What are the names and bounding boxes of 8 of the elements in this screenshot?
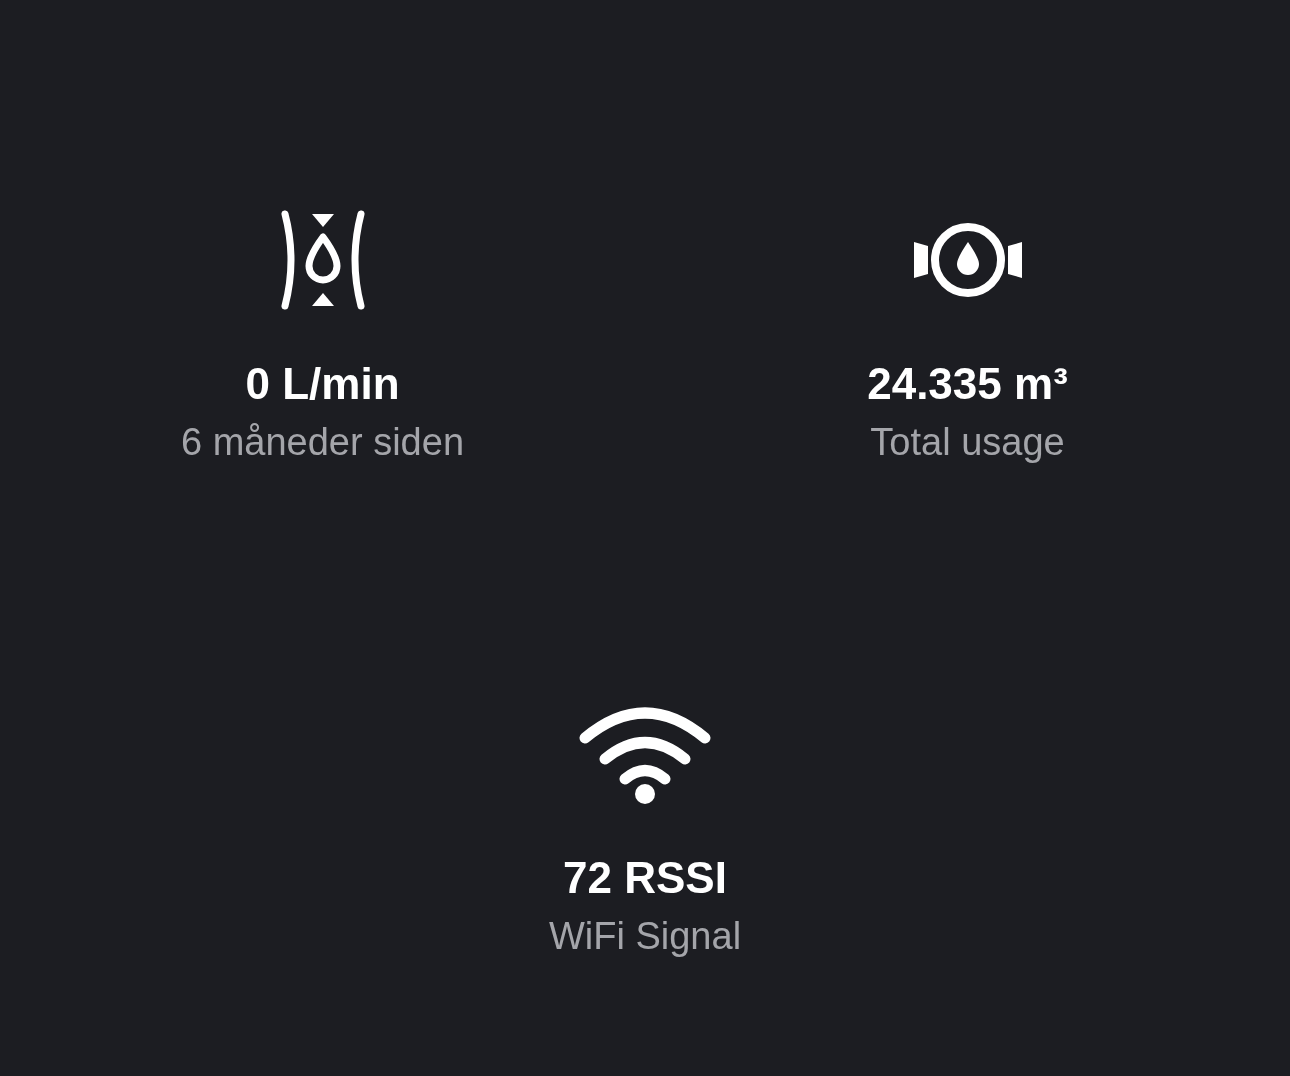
reading-label: WiFi Signal <box>548 914 742 959</box>
reading-label: Total usage <box>870 420 1065 465</box>
reading-label: 6 måneder siden <box>180 420 465 465</box>
reading-value: 24.335 m³ <box>867 358 1068 410</box>
reading-value: 72 RSSI <box>563 852 727 904</box>
reading-value: 0 L/min <box>245 358 400 410</box>
water-drop-flow-icon <box>278 210 367 310</box>
wifi-icon <box>579 704 711 804</box>
